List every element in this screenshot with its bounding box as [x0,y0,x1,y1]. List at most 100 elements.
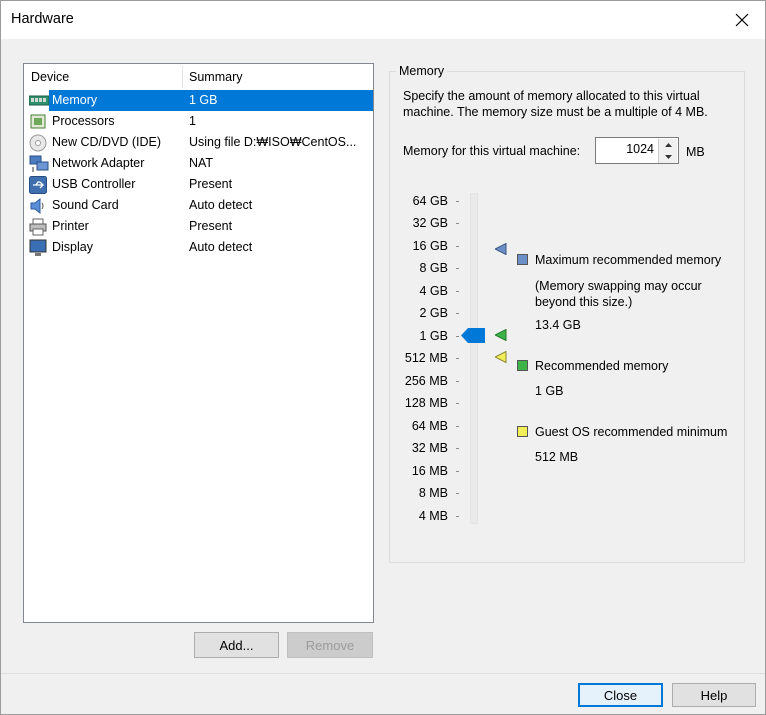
column-divider[interactable] [182,66,183,88]
column-header-summary[interactable]: Summary [189,70,242,84]
recommended-swatch [517,360,528,371]
scale-tick [456,268,459,269]
memory-spinbox[interactable]: 1024 [595,137,679,164]
minimum-swatch [517,426,528,437]
device-row-network-adapter[interactable]: Network Adapter NAT [28,153,373,174]
scale-tick [456,291,459,292]
device-summary: Using file D:₩ISO₩CentOS... [189,135,357,149]
scale-label: 128 MB [404,396,448,410]
device-list[interactable]: Device Summary Memory 1 GB Processors 1 … [23,63,374,623]
device-name: Sound Card [52,198,119,212]
scale-tick [456,201,459,202]
memory-slider-thumb[interactable] [461,328,486,346]
footer-divider [1,673,765,674]
device-row-printer[interactable]: Printer Present [28,216,373,237]
close-button[interactable]: Close [578,683,663,707]
spin-up-icon[interactable] [658,139,677,151]
recommended-label: Recommended memory [535,359,669,373]
scale-tick [456,223,459,224]
device-name: Printer [52,219,89,233]
max-recommended-label: Maximum recommended memory [535,253,722,267]
device-summary: NAT [189,156,214,170]
scale-label: 512 MB [404,351,448,365]
title-bar: Hardware [1,1,765,39]
network-adapter-icon [29,155,49,172]
scale-label: 16 MB [411,464,448,478]
memory-slider-track[interactable] [470,193,478,524]
window-title: Hardware [11,11,74,27]
device-summary: Present [189,177,233,191]
device-row-sound-card[interactable]: Sound Card Auto detect [28,195,373,216]
scale-label: 2 GB [419,306,449,320]
scale-label: 4 GB [419,284,449,298]
close-button-label: Close [603,687,638,703]
processor-icon [29,113,47,130]
device-summary: 1 GB [189,93,218,107]
device-row-memory[interactable]: Memory 1 GB [28,90,373,111]
device-name: USB Controller [52,177,136,191]
device-name: Display [52,240,93,254]
device-name: Processors [52,114,115,128]
remove-button-label: Remove [305,637,355,653]
scale-tick [456,313,459,314]
close-icon[interactable] [727,5,757,35]
device-row-usb-controller[interactable]: USB Controller Present [28,174,373,195]
help-button[interactable]: Help [672,683,756,707]
device-name: Memory [51,93,99,107]
minimum-label: Guest OS recommended minimum [535,425,728,439]
hardware-dialog: Hardware Device Summary Memory 1 GB Proc… [0,0,766,715]
scale-tick [456,448,459,449]
monitor-icon [29,239,47,256]
add-button-label: Add... [219,637,254,653]
device-summary: 1 [189,114,196,128]
scale-tick [456,471,459,472]
scale-tick [456,246,459,247]
scale-label: 16 GB [412,239,448,253]
device-row-cd-dvd[interactable]: New CD/DVD (IDE) Using file D:₩ISO₩CentO… [28,132,373,153]
scale-label: 64 GB [412,194,448,208]
scale-tick [456,403,459,404]
memory-icon [28,92,50,109]
device-summary: Present [189,219,233,233]
memory-description: Specify the amount of memory allocated t… [403,89,708,119]
scale-label: 64 MB [411,419,448,433]
scale-label: 32 MB [411,441,448,455]
scale-tick [456,358,459,359]
max-recommended-note: (Memory swapping may occur beyond this s… [535,279,702,309]
max-recommended-marker-icon [493,242,507,258]
device-list-header: Device Summary [24,64,373,90]
spin-down-icon[interactable] [658,151,677,163]
scale-label: 256 MB [404,374,448,388]
scale-tick [456,516,459,517]
memory-group-title: Memory [396,64,448,78]
scale-label: 32 GB [412,216,448,230]
scale-tick [456,336,459,337]
device-summary: Auto detect [189,198,253,212]
cd-dvd-icon [29,134,47,152]
scale-label: 8 MB [418,486,448,500]
recommended-value: 1 GB [535,384,564,398]
device-row-processors[interactable]: Processors 1 [28,111,373,132]
device-summary: Auto detect [189,240,253,254]
minimum-value: 512 MB [535,450,579,464]
device-name: New CD/DVD (IDE) [52,135,162,149]
max-recommended-swatch [517,254,528,265]
memory-value[interactable]: 1024 [626,142,654,156]
memory-field-label: Memory for this virtual machine: [403,144,581,158]
speaker-icon [29,197,47,215]
scale-tick [456,381,459,382]
max-recommended-value: 13.4 GB [535,318,581,332]
device-row-display[interactable]: Display Auto detect [28,237,373,258]
memory-unit: MB [686,145,705,159]
remove-button[interactable]: Remove [287,632,373,658]
device-name: Network Adapter [52,156,145,170]
scale-label: 8 GB [419,261,449,275]
scale-tick [456,426,459,427]
column-header-device[interactable]: Device [31,70,69,84]
usb-icon [29,176,47,194]
minimum-marker-icon [493,350,507,366]
printer-icon [29,218,47,236]
scale-label: 4 MB [418,509,448,523]
scale-tick [456,493,459,494]
add-button[interactable]: Add... [194,632,279,658]
